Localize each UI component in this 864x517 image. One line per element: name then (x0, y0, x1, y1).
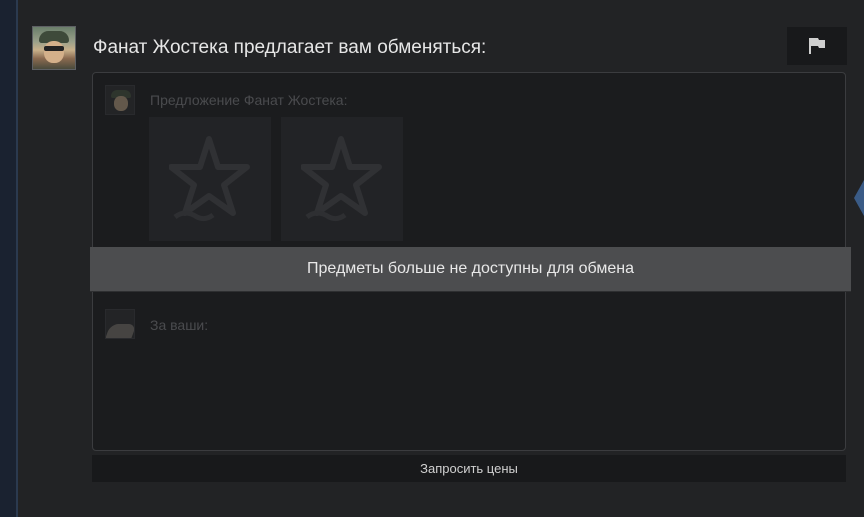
unavailable-items-banner: Предметы больше не доступны для обмена (90, 247, 851, 292)
your-offer-label: За ваши: (150, 317, 209, 333)
their-offer-label: Предложение Фанат Жостека: (150, 92, 348, 108)
flag-icon (809, 38, 825, 54)
item-slot[interactable] (281, 117, 403, 241)
request-prices-button[interactable]: Запросить цены (92, 455, 846, 482)
left-edge-panel (0, 0, 16, 517)
partner-avatar[interactable] (32, 26, 76, 70)
trade-offer-title: Фанат Жостека предлагает вам обменяться: (93, 37, 487, 58)
report-button[interactable] (787, 27, 847, 65)
star-item-icon (301, 136, 382, 222)
your-avatar-small (105, 309, 135, 339)
item-slot[interactable] (149, 117, 271, 241)
star-item-icon (169, 136, 250, 222)
partner-avatar-small (105, 85, 135, 115)
